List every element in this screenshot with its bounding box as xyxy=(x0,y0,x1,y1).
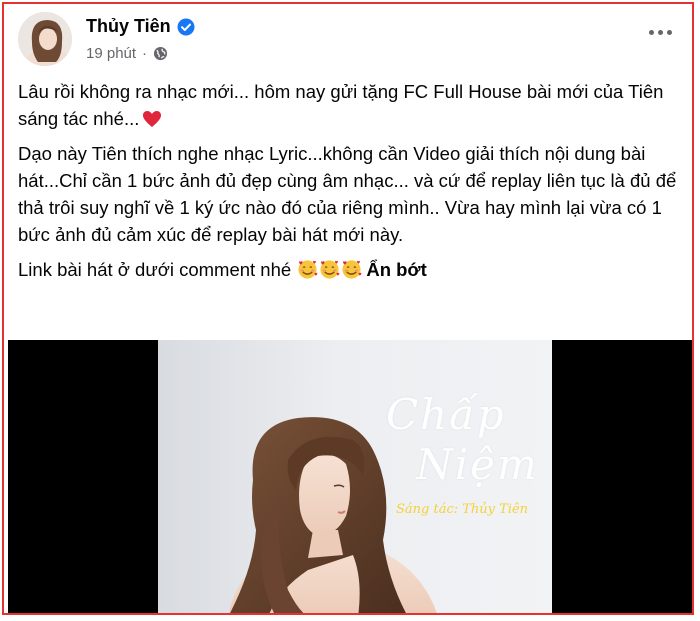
author-name[interactable]: Thủy Tiên xyxy=(86,16,171,37)
song-cover-image: Chấp Niệm Sáng tác: Thủy Tiên xyxy=(158,340,552,613)
post-header: Thủy Tiên 19 phút · xyxy=(18,12,678,68)
song-credit: Sáng tác: Thủy Tiên xyxy=(396,502,529,517)
post-card: Thủy Tiên 19 phút · Lâu rồi không ra nhạ… xyxy=(2,2,694,615)
post-meta: 19 phút · xyxy=(86,45,168,62)
song-title: Chấp Niệm xyxy=(386,390,539,490)
more-options-icon[interactable] xyxy=(642,20,678,44)
avatar[interactable] xyxy=(18,12,72,66)
smiling-face-with-hearts-icon xyxy=(341,259,362,280)
red-heart-icon xyxy=(142,108,162,127)
song-title-line2: Niệm xyxy=(416,440,539,489)
smiling-face-with-hearts-icon xyxy=(297,259,318,280)
post-time[interactable]: 19 phút xyxy=(86,45,136,62)
verified-badge-icon xyxy=(177,18,195,36)
post-paragraph: Lâu rồi không ra nhạc mới... hôm nay gửi… xyxy=(18,81,664,129)
post-media[interactable]: Chấp Niệm Sáng tác: Thủy Tiên xyxy=(8,340,692,613)
post-text: Lâu rồi không ra nhạc mới... hôm nay gửi… xyxy=(18,78,678,291)
author-row: Thủy Tiên xyxy=(86,16,195,37)
smiling-face-with-hearts-icon xyxy=(319,259,340,280)
song-title-line1: Chấp xyxy=(386,390,506,439)
post-paragraph: Dạo này Tiên thích nghe nhạc Lyric...khô… xyxy=(18,143,677,245)
see-less-link[interactable]: Ẩn bớt xyxy=(366,259,426,280)
meta-separator: · xyxy=(142,45,148,62)
post-paragraph: Link bài hát ở dưới comment nhé Ẩn bớt xyxy=(18,259,427,280)
globe-icon[interactable] xyxy=(153,46,168,61)
